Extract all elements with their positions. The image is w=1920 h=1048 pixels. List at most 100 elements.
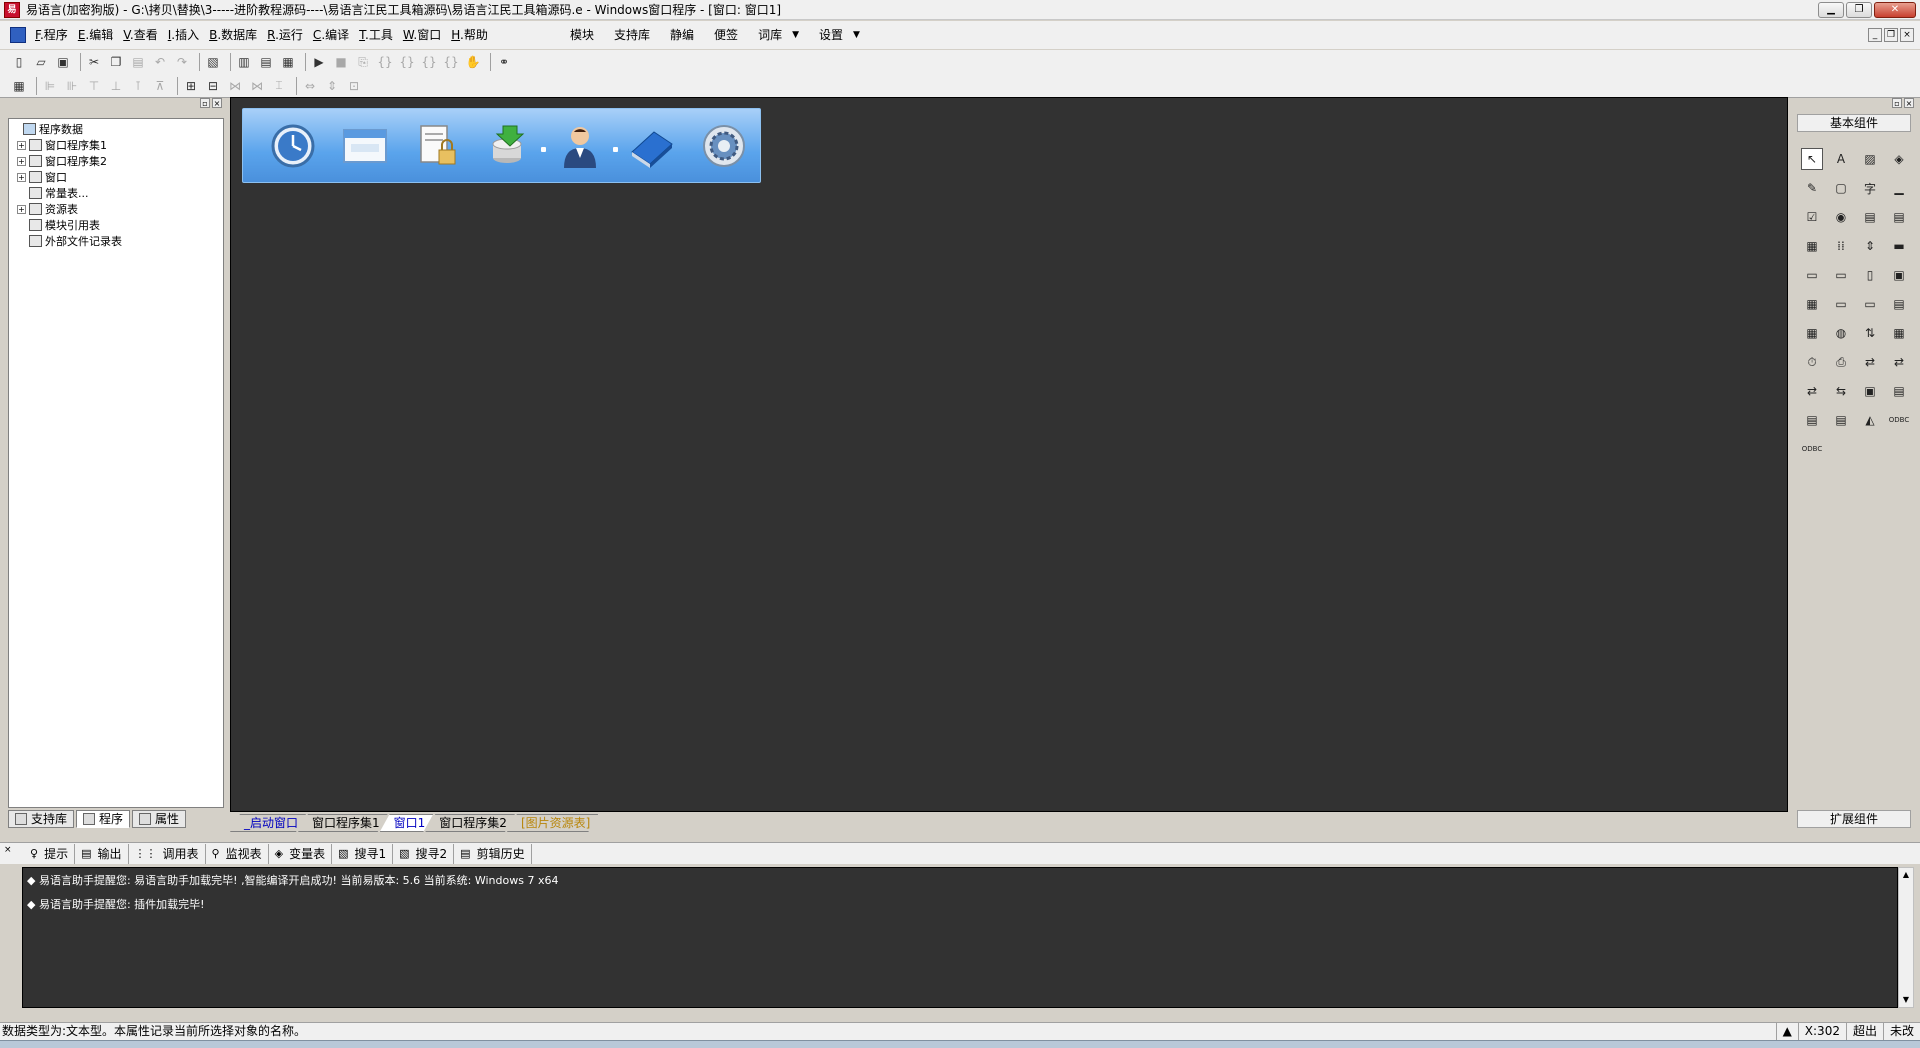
output-tab[interactable]: ◈ 变量表: [269, 843, 333, 864]
editor-tab[interactable]: 窗口程序集1: [298, 814, 388, 832]
component-icon[interactable]: ☑: [1801, 206, 1823, 228]
layout3-icon[interactable]: ▦: [279, 53, 297, 71]
align-right-icon[interactable]: ⊪: [63, 77, 81, 95]
step-out-icon[interactable]: {}: [420, 53, 438, 71]
menu-item[interactable]: H.帮助: [446, 21, 493, 49]
editor-tab[interactable]: [图片资源表]: [507, 814, 598, 832]
minimize-button[interactable]: ▁: [1818, 2, 1844, 18]
scroll-up-icon[interactable]: ▲: [1899, 868, 1913, 882]
component-icon[interactable]: ⇅: [1859, 322, 1881, 344]
dock-item-book[interactable]: [616, 116, 688, 176]
component-icon[interactable]: ▤: [1888, 206, 1910, 228]
tree-item[interactable]: + 窗口: [11, 169, 223, 185]
left-tab[interactable]: 支持库: [8, 810, 75, 828]
component-icon[interactable]: ↖: [1801, 148, 1823, 170]
component-icon[interactable]: ◍: [1830, 322, 1852, 344]
component-icon[interactable]: ⇄: [1888, 351, 1910, 373]
component-icon[interactable]: ▦: [1801, 322, 1823, 344]
component-icon[interactable]: ▨: [1859, 148, 1881, 170]
binoculars-icon[interactable]: ⚭: [495, 53, 513, 71]
align-top-icon[interactable]: ⊤: [85, 77, 103, 95]
restore-button[interactable]: ❐: [1846, 2, 1872, 18]
save-icon[interactable]: ▣: [54, 53, 72, 71]
tree-item[interactable]: 模块引用表: [11, 217, 223, 233]
output-tab[interactable]: ⚲ 监视表: [206, 843, 269, 864]
left-tab[interactable]: 属性: [132, 810, 187, 828]
step-into-icon[interactable]: {}: [376, 53, 394, 71]
same-both-icon[interactable]: ⊡: [345, 77, 363, 95]
align-left-icon[interactable]: ⊫: [41, 77, 59, 95]
component-icon[interactable]: ⇆: [1830, 380, 1852, 402]
menu-item[interactable]: I.插入: [163, 21, 204, 49]
component-icon[interactable]: ODBC: [1801, 438, 1823, 460]
scroll-up-icon[interactable]: ▲: [1775, 1023, 1798, 1040]
align-bottom-icon[interactable]: ⊥: [107, 77, 125, 95]
component-icon[interactable]: ▤: [1830, 409, 1852, 431]
component-icon[interactable]: ⏱: [1801, 351, 1823, 373]
space-vertical-icon[interactable]: ⋈: [248, 77, 266, 95]
expand-icon[interactable]: +: [17, 204, 26, 214]
menu-item[interactable]: B.数据库: [204, 21, 262, 49]
run-to-cursor-icon[interactable]: {}: [442, 53, 460, 71]
extra-menu-item[interactable]: 模块: [560, 21, 604, 49]
component-icon[interactable]: ▭: [1859, 293, 1881, 315]
layout1-icon[interactable]: ▥: [235, 53, 253, 71]
dock-item-clock[interactable]: [257, 116, 329, 176]
output-tab[interactable]: ▧ 搜寻2: [393, 843, 455, 864]
undo-icon[interactable]: ↶: [151, 53, 169, 71]
extra-menu-item[interactable]: 设置: [809, 21, 853, 49]
panel-pin-button[interactable]: ▫: [200, 98, 210, 108]
run-icon[interactable]: ▶: [310, 53, 328, 71]
component-icon[interactable]: ▤: [1888, 293, 1910, 315]
hand-icon[interactable]: ✋: [464, 53, 482, 71]
open-folder-icon[interactable]: ▱: [32, 53, 50, 71]
dock-item-database[interactable]: [473, 116, 547, 176]
extra-menu-item[interactable]: 静编: [660, 21, 704, 49]
tree-item[interactable]: 程序数据: [11, 121, 223, 137]
layout2-icon[interactable]: ▤: [257, 53, 275, 71]
panel-pin-button[interactable]: ▫: [1892, 98, 1902, 108]
output-tab[interactable]: ▤ 输出: [75, 843, 129, 864]
expand-icon[interactable]: +: [17, 140, 26, 150]
panel-close-button[interactable]: ×: [1904, 98, 1914, 108]
component-icon[interactable]: ⇄: [1801, 380, 1823, 402]
form-designer[interactable]: [230, 97, 1788, 812]
component-icon[interactable]: ▤: [1859, 206, 1881, 228]
same-width-icon[interactable]: ⇔: [301, 77, 319, 95]
editor-tab[interactable]: _启动窗口: [230, 814, 306, 832]
component-icon[interactable]: ▦: [1801, 293, 1823, 315]
component-icon[interactable]: ⇄: [1859, 351, 1881, 373]
component-icon[interactable]: ◭: [1859, 409, 1881, 431]
tree-item[interactable]: 外部文件记录表: [11, 233, 223, 249]
mdi-close-button[interactable]: ×: [1900, 28, 1914, 42]
component-icon[interactable]: ⁞⁞: [1830, 235, 1852, 257]
menu-item[interactable]: V.查看: [118, 21, 163, 49]
output-tab[interactable]: ♀ 提示: [24, 843, 76, 864]
space-horizontal-icon[interactable]: ⋈: [226, 77, 244, 95]
component-icon[interactable]: ⇕: [1859, 235, 1881, 257]
panel-close-button[interactable]: ×: [212, 98, 222, 108]
menu-item[interactable]: C.编译: [308, 21, 354, 49]
dock-item-user[interactable]: [544, 116, 619, 176]
output-panel[interactable]: ◆ 易语言助手提醒您: 易语言助手加载完毕! ,智能编译开启成功! 当前易版本:…: [22, 867, 1898, 1008]
component-icon[interactable]: ▦: [1801, 235, 1823, 257]
output-scrollbar[interactable]: ▲ ▼: [1898, 867, 1914, 1008]
align-vcenter-icon[interactable]: ⊺: [129, 77, 147, 95]
editor-tab[interactable]: 窗口程序集2: [425, 814, 515, 832]
menu-item[interactable]: T.工具: [354, 21, 398, 49]
stop-icon[interactable]: ■: [332, 53, 350, 71]
chevron-down-icon[interactable]: ▼: [853, 30, 870, 40]
component-icon[interactable]: ▭: [1830, 293, 1852, 315]
align-hcenter-icon[interactable]: ⊼: [151, 77, 169, 95]
component-icon[interactable]: ▁: [1888, 177, 1910, 199]
scroll-down-icon[interactable]: ▼: [1899, 993, 1913, 1007]
component-icon[interactable]: ▦: [1888, 322, 1910, 344]
component-icon[interactable]: ▤: [1801, 409, 1823, 431]
extra-menu-item[interactable]: 支持库: [604, 21, 660, 49]
paste-icon[interactable]: ▤: [129, 53, 147, 71]
step-icon[interactable]: ⎘: [354, 53, 372, 71]
step-over-icon[interactable]: {}: [398, 53, 416, 71]
grid-icon[interactable]: ▦: [10, 77, 28, 95]
component-icon[interactable]: ▢: [1830, 177, 1852, 199]
tree-item[interactable]: + 窗口程序集1: [11, 137, 223, 153]
